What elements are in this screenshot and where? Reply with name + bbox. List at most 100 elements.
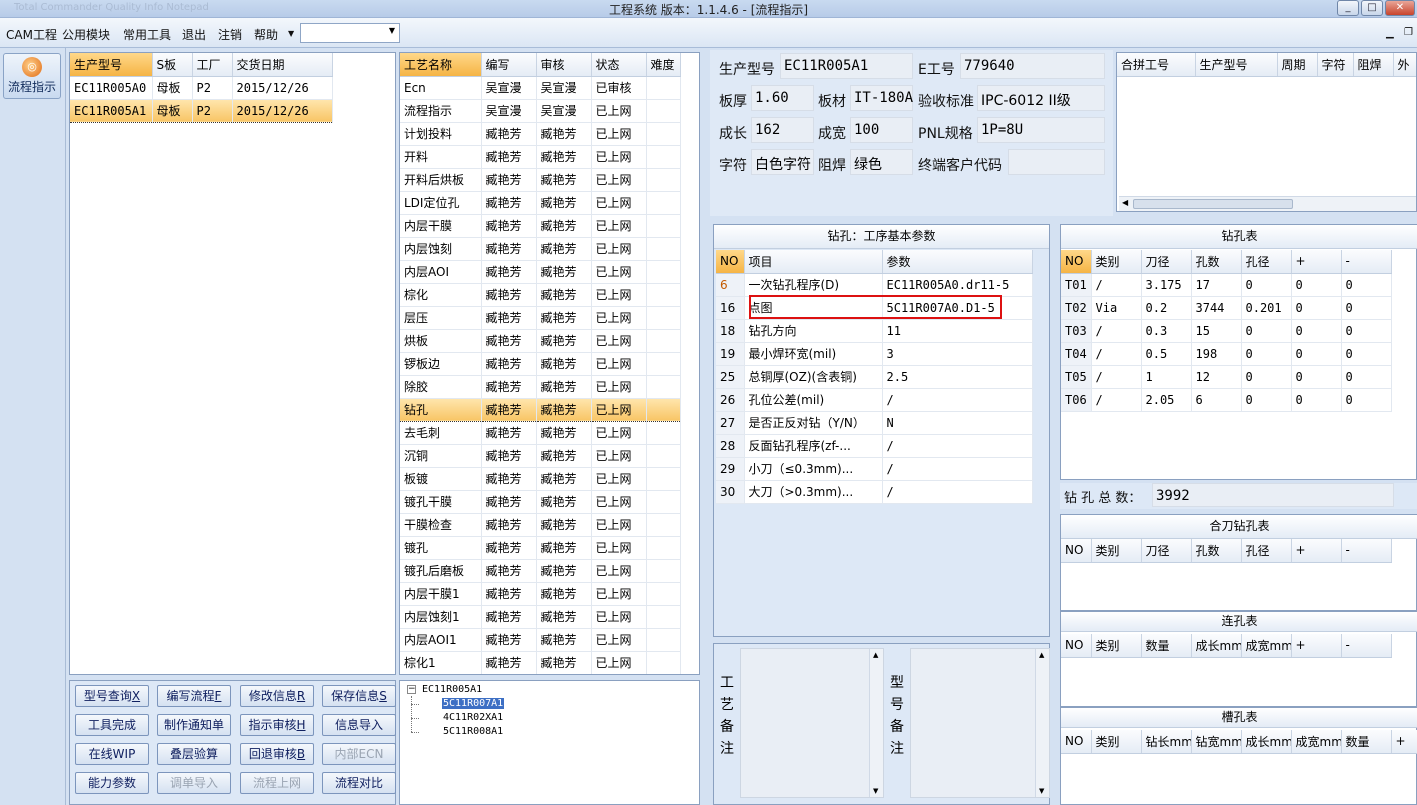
col-factory[interactable]: 工厂	[192, 53, 233, 77]
table-row[interactable]: 16 点图 5C11R007A0.D1-5	[716, 296, 1033, 320]
table-row[interactable]: T03/0.3 15 0 0 0	[1061, 319, 1392, 343]
col-header[interactable]: 数量	[1341, 730, 1392, 754]
minimize-button[interactable]: _	[1337, 0, 1359, 16]
col-header[interactable]: +	[1291, 634, 1342, 658]
col-s-board[interactable]: S板	[152, 53, 193, 77]
table-row[interactable]: 18 钻孔方向 11	[716, 319, 1033, 343]
table-row[interactable]: 镀孔 臧艳芳 臧艳芳 已上网	[400, 536, 681, 560]
table-row[interactable]: 25 总铜厚(OZ)(含表铜) 2.5	[716, 365, 1033, 389]
vertical-scrollbar[interactable]: ▲ ▼	[1035, 649, 1049, 797]
table-row[interactable]: T04/0.5 198 0 0 0	[1061, 342, 1392, 366]
pnl-field[interactable]: 1P=8U	[977, 117, 1105, 143]
customer-code-field[interactable]	[1008, 149, 1105, 175]
length-field[interactable]: 162	[751, 117, 814, 143]
scroll-left-icon[interactable]: ◀	[1122, 198, 1128, 207]
menu-exit[interactable]: 退出	[182, 26, 206, 43]
table-row[interactable]: 6 一次钻孔程序(D) EC11R005A0.dr11-5	[716, 273, 1033, 297]
table-row[interactable]: 板镀 臧艳芳 臧艳芳 已上网	[400, 467, 681, 491]
col-merge-mask[interactable]: 阻焊	[1353, 53, 1394, 77]
action-button-8[interactable]: 在线WIP	[75, 743, 149, 765]
col-header[interactable]: 类别	[1091, 730, 1142, 754]
table-row[interactable]: 内层AOI1 臧艳芳 臧艳芳 已上网	[400, 628, 681, 652]
col-header[interactable]: 类别	[1091, 250, 1142, 274]
table-row[interactable]: 内层蚀刻 臧艳芳 臧艳芳 已上网	[400, 237, 681, 261]
col-header[interactable]: 刀径	[1141, 250, 1192, 274]
col-header[interactable]: NO	[1061, 730, 1092, 754]
table-row[interactable]: 内层干膜1 臧艳芳 臧艳芳 已上网	[400, 582, 681, 606]
col-header[interactable]: 成长mm	[1241, 730, 1292, 754]
action-button-11[interactable]: 内部ECN	[322, 743, 396, 765]
col-header[interactable]: 成宽mm	[1291, 730, 1342, 754]
col-header[interactable]: +	[1291, 539, 1342, 563]
mdi-minimize-icon[interactable]: ▁	[1386, 28, 1394, 39]
col-header[interactable]: NO	[1061, 250, 1092, 274]
mask-field[interactable]: 绿色	[850, 149, 913, 175]
col-header[interactable]: -	[1341, 634, 1392, 658]
action-button-6[interactable]: 指示审核H	[240, 714, 314, 736]
col-header[interactable]: 钻长mm	[1141, 730, 1192, 754]
vertical-scrollbar[interactable]: ▲ ▼	[869, 649, 883, 797]
e-no-field[interactable]: 779640	[960, 53, 1105, 79]
table-row[interactable]: Ecn 吴宣漫 吴宣漫 已审核	[400, 76, 681, 100]
material-field[interactable]: IT-180A	[850, 85, 913, 111]
table-row[interactable]: LDI定位孔 臧艳芳 臧艳芳 已上网	[400, 191, 681, 215]
table-row[interactable]: 镀孔后磨板 臧艳芳 臧艳芳 已上网	[400, 559, 681, 583]
col-merge-char[interactable]: 字符	[1317, 53, 1354, 77]
table-row[interactable]: T05/1 12 0 0 0	[1061, 365, 1392, 389]
table-row[interactable]: 29 小刀（≤0.3mm)... /	[716, 457, 1033, 481]
action-button-12[interactable]: 能力参数	[75, 772, 149, 794]
action-button-4[interactable]: 工具完成	[75, 714, 149, 736]
model-field[interactable]: EC11R005A1	[780, 53, 913, 79]
menu-combo[interactable]: ▼	[300, 23, 400, 43]
process-note-field[interactable]: ▲ ▼	[740, 648, 884, 798]
col-difficulty[interactable]: 难度	[646, 53, 681, 77]
col-writer[interactable]: 编写	[481, 53, 537, 77]
col-merge-model[interactable]: 生产型号	[1195, 53, 1278, 77]
table-row[interactable]: 棕化 臧艳芳 臧艳芳 已上网	[400, 283, 681, 307]
table-row[interactable]: T02 Via 0.2 3744 0.201 0 0	[1061, 296, 1392, 320]
scroll-down-icon[interactable]: ▼	[1039, 787, 1044, 795]
table-row[interactable]: 烘板 臧艳芳 臧艳芳 已上网	[400, 329, 681, 353]
table-row[interactable]: 计划投料 臧艳芳 臧艳芳 已上网	[400, 122, 681, 146]
mdi-restore-icon[interactable]: ❐	[1404, 27, 1413, 38]
col-header[interactable]: NO	[1061, 634, 1092, 658]
col-header[interactable]: -	[1341, 539, 1392, 563]
col-item[interactable]: 项目	[744, 250, 883, 274]
table-row[interactable]: 27 是否正反对钻（Y/N） N	[716, 411, 1033, 435]
table-row[interactable]: 28 反面钻孔程序(zf-... /	[716, 434, 1033, 458]
col-merge-no[interactable]: 合拼工号	[1117, 53, 1196, 77]
action-button-3[interactable]: 保存信息S	[322, 685, 396, 707]
col-header[interactable]: 孔数	[1191, 250, 1242, 274]
flow-instruction-button[interactable]: ◎ 流程指示	[3, 53, 61, 99]
menu-help[interactable]: 帮助	[254, 26, 278, 43]
action-button-5[interactable]: 制作通知单	[157, 714, 231, 736]
col-header[interactable]: 孔径	[1241, 250, 1292, 274]
horizontal-scrollbar[interactable]: ◀	[1119, 196, 1416, 211]
table-row[interactable]: 开料后烘板 臧艳芳 臧艳芳 已上网	[400, 168, 681, 192]
col-status[interactable]: 状态	[591, 53, 647, 77]
table-row[interactable]: 除胶 臧艳芳 臧艳芳 已上网	[400, 375, 681, 399]
col-header[interactable]: 钻宽mm	[1191, 730, 1242, 754]
col-header[interactable]: +	[1291, 250, 1342, 274]
col-process-name[interactable]: 工艺名称	[400, 53, 482, 77]
action-button-10[interactable]: 回退审核B	[240, 743, 314, 765]
col-model[interactable]: 生产型号	[70, 53, 153, 77]
width-field[interactable]: 100	[850, 117, 913, 143]
action-button-1[interactable]: 编写流程F	[157, 685, 231, 707]
action-button-9[interactable]: 叠层验算	[157, 743, 231, 765]
menu-cam[interactable]: CAM工程	[6, 26, 57, 43]
scroll-down-icon[interactable]: ▼	[873, 787, 878, 795]
table-row[interactable]: 镀孔干膜 臧艳芳 臧艳芳 已上网	[400, 490, 681, 514]
col-merge-outer[interactable]: 外	[1393, 53, 1416, 77]
col-no[interactable]: NO	[716, 250, 745, 274]
col-header[interactable]: 刀径	[1141, 539, 1192, 563]
standard-field[interactable]: IPC-6012 II级	[977, 85, 1105, 111]
menu-common-module[interactable]: 公用模块	[62, 26, 110, 43]
action-button-0[interactable]: 型号查询X	[75, 685, 149, 707]
scroll-up-icon[interactable]: ▲	[1039, 651, 1044, 659]
col-delivery-date[interactable]: 交货日期	[232, 53, 333, 77]
col-merge-period[interactable]: 周期	[1277, 53, 1318, 77]
table-row[interactable]: 干膜检查 臧艳芳 臧艳芳 已上网	[400, 513, 681, 537]
thickness-field[interactable]: 1.60	[751, 85, 814, 111]
action-button-14[interactable]: 流程上网	[240, 772, 314, 794]
